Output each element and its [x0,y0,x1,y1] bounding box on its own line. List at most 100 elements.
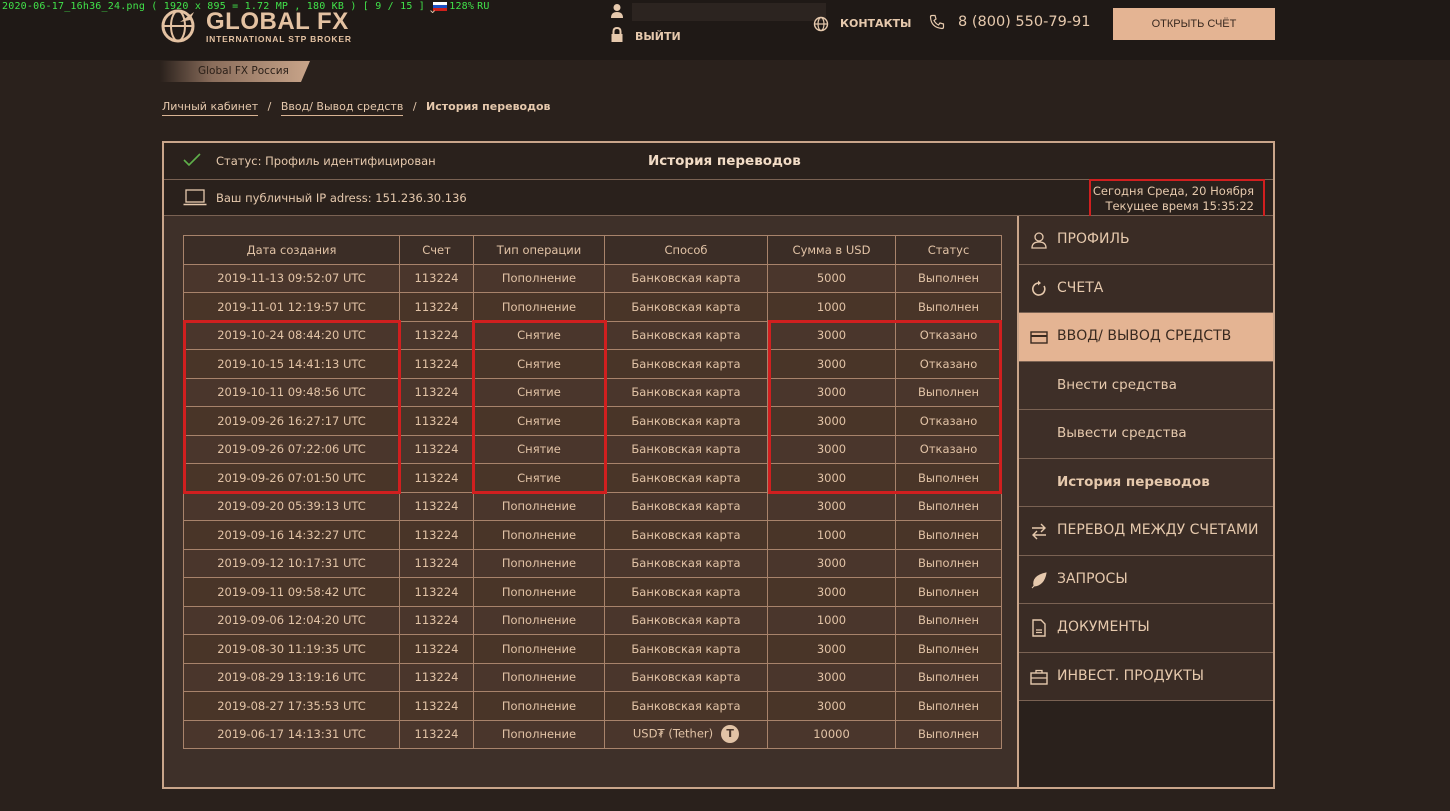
table-row: 2019-08-30 11:19:35 UTC 113224 Пополнение Б… [183,634,1002,664]
cell-operation-type: Снятие [473,406,605,436]
cell-date: 2019-10-24 08:44:20 UTC [183,320,400,350]
lang-label[interactable]: RU [477,1,489,12]
cell-operation-type: Пополнение [473,691,605,721]
open-account-button[interactable]: ОТКРЫТЬ СЧЁТ [1113,8,1275,40]
cell-operation-type: Снятие [473,434,605,464]
transfer-icon [1032,523,1046,540]
cell-date-text: 2019-10-11 09:48:56 UTC [217,385,366,400]
cell-method-text: Банковская карта [631,442,741,457]
cell-operation-type-text: Пополнение [501,299,577,314]
cell-amount-usd: 5000 [767,263,896,293]
cell-method: Банковская карта [604,349,768,379]
chevron-down-icon[interactable]: ⌄ [428,3,437,16]
cell-amount-usd: 3000 [767,491,896,521]
cell-date-text: 2019-09-26 07:01:50 UTC [217,470,366,485]
column-header-operation-type[interactable]: Тип операции [473,235,605,265]
cell-status-text: Отказано [919,328,978,343]
cell-status-text: Выполнен [918,499,979,514]
sidebar-item-documents[interactable]: ДОКУМЕНТЫ [1019,604,1273,653]
sidebar-empty-area [1019,701,1273,787]
cell-method: Банковская карта [604,548,768,578]
cell-method-text: Банковская карта [631,584,741,599]
cell-method: Банковская карта [604,263,768,293]
column-header-method[interactable]: Способ [604,235,768,265]
current-time: Текущее время 15:35:22 [1105,199,1254,213]
cell-amount-usd: 3000 [767,548,896,578]
cell-date: 2019-09-26 16:27:17 UTC [183,406,400,436]
cell-amount-usd: 3000 [767,320,896,350]
sidebar-item-label: ЗАПРОСЫ [1057,570,1128,587]
column-header-amount-usd[interactable]: Сумма в USD [767,235,896,265]
cell-amount-usd-text: 3000 [816,385,847,400]
cell-method: Банковская карта [604,634,768,664]
sidebar-item-internal-transfer[interactable]: ПЕРЕВОД МЕЖДУ СЧЕТАМИ [1019,507,1273,556]
cell-amount-usd-text: 5000 [816,271,847,286]
sidebar-item-requests[interactable]: ЗАПРОСЫ [1019,555,1273,604]
card-icon [1030,331,1048,344]
cell-amount-usd-text: 1000 [816,613,847,628]
cell-operation-type: Снятие [473,463,605,493]
sidebar-item-accounts[interactable]: СЧЕТА [1019,264,1273,313]
sidebar-subitem-withdraw[interactable]: Вывести средства [1019,410,1273,459]
cell-status: Выполнен [895,577,1002,607]
cell-date-text: 2019-06-17 14:13:31 UTC [217,727,366,742]
cell-operation-type: Пополнение [473,263,605,293]
cell-operation-type: Пополнение [473,719,605,749]
table-row: 2019-11-01 12:19:57 UTC 113224 Пополнение Б… [183,292,1002,322]
cell-method: Банковская карта [604,691,768,721]
cell-amount-usd: 1000 [767,292,896,322]
cell-amount-usd-text: 3000 [816,328,847,343]
sidebar-item-deposit-withdraw[interactable]: ВВОД/ ВЫВОД СРЕДСТВ [1019,313,1273,362]
cell-operation-type-text: Снятие [517,470,561,485]
cell-method: Банковская карта [604,491,768,521]
cell-operation-type-text: Снятие [517,385,561,400]
user-icon [1031,232,1047,249]
cell-date-text: 2019-08-30 11:19:35 UTC [217,641,366,656]
cell-account: 113224 [399,491,474,521]
breadcrumb-separator: / [412,100,417,113]
logo[interactable]: GLOBAL FX INTERNATIONAL STP BROKER [160,6,360,46]
cell-account: 113224 [399,719,474,749]
column-header-status[interactable]: Статус [895,235,1002,265]
phone-icon [929,14,945,30]
cell-account-text: 113224 [414,527,459,542]
cell-account: 113224 [399,320,474,350]
phone-number[interactable]: 8 (800) 550-79-91 [958,14,1090,30]
column-header-account[interactable]: Счет [399,235,474,265]
sidebar-item-invest-products[interactable]: ИНВЕСТ. ПРОДУКТЫ [1019,652,1273,701]
cell-amount-usd-text: 3000 [816,556,847,571]
cell-account-text: 113224 [414,328,459,343]
cell-status-text: Выполнен [918,556,979,571]
cell-amount-usd: 1000 [767,605,896,635]
region-tab[interactable]: Global FX Россия [160,61,310,82]
table-row: 2019-08-29 13:19:16 UTC 113224 Пополнение Б… [183,662,1002,692]
cell-operation-type-text: Пополнение [501,727,577,742]
breadcrumb: Личный кабинет / Ввод/ Вывод средств / И… [162,100,551,116]
cell-amount-usd-text: 1000 [816,299,847,314]
column-header-date[interactable]: Дата создания [183,235,400,265]
sidebar-subitem-deposit[interactable]: Внести средства [1019,361,1273,410]
cell-status-text: Выполнен [918,584,979,599]
logout-link[interactable]: ВЫЙТИ [635,30,681,43]
page-title: История переводов [648,153,801,169]
cell-account: 113224 [399,691,474,721]
contacts-link[interactable]: КОНТАКТЫ [840,17,911,30]
cell-amount-usd: 10000 [767,719,896,749]
cell-account-text: 113224 [414,299,459,314]
cell-status: Выполнен [895,662,1002,692]
breadcrumb-deposit-withdraw-link[interactable]: Ввод/ Вывод средств [280,100,404,116]
breadcrumb-cabinet-link[interactable]: Личный кабинет [162,100,259,116]
cell-method-text: Банковская карта [631,271,741,286]
breadcrumb-current: История переводов [426,100,551,113]
cell-date: 2019-11-13 09:52:07 UTC [183,263,400,293]
cell-status-text: Выполнен [918,385,979,400]
cell-operation-type-text: Пополнение [501,556,577,571]
cell-date: 2019-11-01 12:19:57 UTC [183,292,400,322]
cell-date-text: 2019-11-01 12:19:57 UTC [217,299,366,314]
sidebar-subitem-history[interactable]: История переводов [1019,458,1273,507]
sidebar: ПРОФИЛЬ СЧЕТА ВВОД/ ВЫВОД СРЕДСТВ Внести… [1019,216,1273,787]
sidebar-item-profile[interactable]: ПРОФИЛЬ [1019,216,1273,265]
cell-amount-usd: 3000 [767,406,896,436]
cell-status: Отказано [895,434,1002,464]
cell-method-text: Банковская карта [631,641,741,656]
